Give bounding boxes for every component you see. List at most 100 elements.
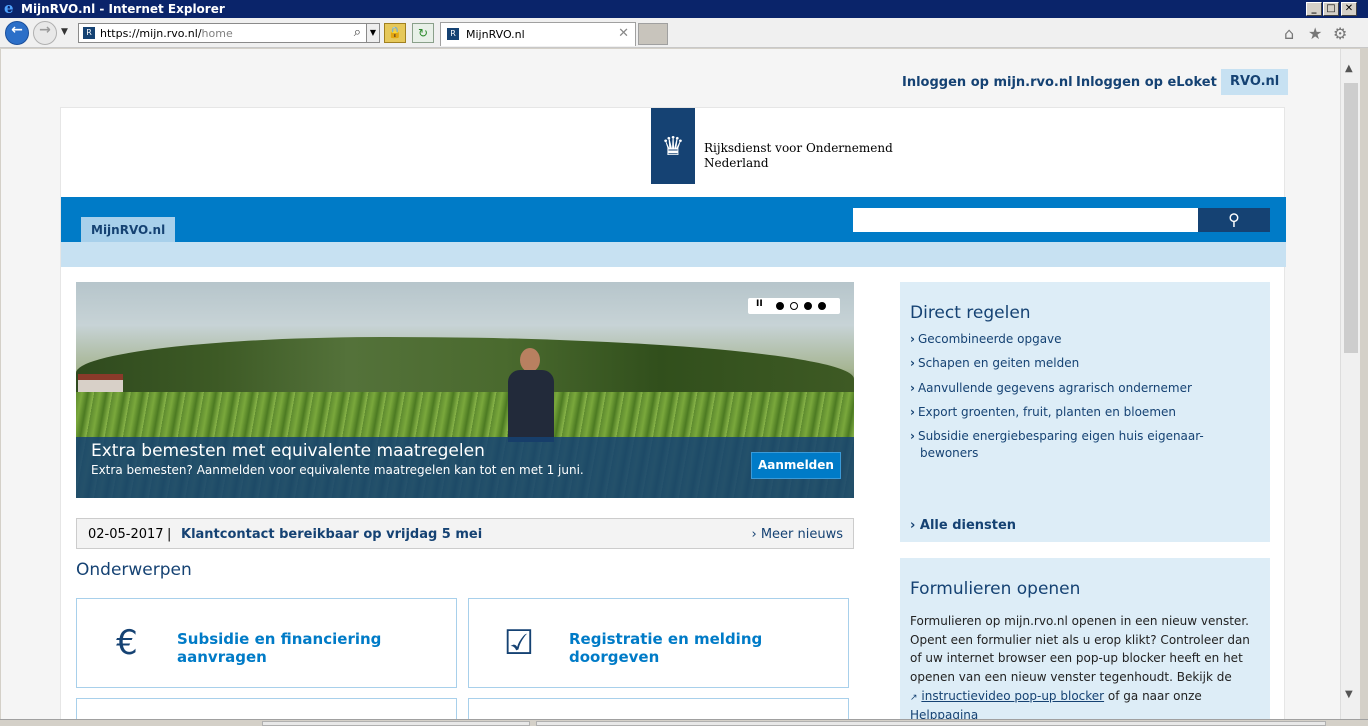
forward-button[interactable]: → [33,21,57,45]
search-button[interactable]: ⚲ [1198,208,1270,232]
chevron-right-icon: › [910,518,916,533]
hero-subtitle: Extra bemesten? Aanmelden voor equivalen… [91,463,584,477]
link-export-groenten[interactable]: › Export groenten, fruit, planten en bloe… [910,405,1176,419]
alle-diensten-link[interactable]: › Alle diensten [910,518,1016,533]
link-label: Gecombineerde opgave [917,332,1062,346]
chevron-right-icon: › [910,429,915,443]
formulieren-after-link: of ga naar onze [1104,689,1202,703]
chevron-right-icon: › [910,356,915,370]
news-strip: 02-05-2017 | Klantcontact bereikbaar op … [76,518,854,549]
tile-subsidie-label: Subsidie en financiering aanvragen [177,630,382,666]
close-window-button[interactable]: ✕ [1341,2,1357,16]
rvo-logo[interactable]: ♛ [651,108,695,184]
rvo-nl-link[interactable]: RVO.nl [1221,69,1289,95]
login-mijn-rvo-link[interactable]: Inloggen op mijn.rvo.nl [902,75,1073,90]
pause-icon[interactable]: II [756,299,763,309]
formulieren-panel: Formulieren openen Formulieren op mijn.r… [900,558,1270,719]
hero-caption: Extra bemesten met equivalente maatregel… [76,437,854,498]
scrollbar-thumb[interactable] [1344,83,1358,353]
helppagina-link[interactable]: Helppagina [910,708,1262,719]
direct-regelen-panel: Direct regelen › Gecombineerde opgave › Sc… [900,282,1270,542]
chevron-right-icon: › [910,381,915,395]
slide-dot-1[interactable] [776,302,784,310]
link-label: Aanvullende gegevens agrarisch onderneme… [917,381,1192,395]
external-link-icon: ↗ [910,693,918,703]
formulieren-line-3: of uw internet browser een pop-up blocke… [910,651,1243,665]
address-search-icon[interactable]: ⌕ [354,25,361,40]
url-path: home [201,27,233,40]
status-segment-1 [262,721,530,726]
more-news-link[interactable]: › Meer nieuws [751,527,843,542]
window-titlebar: e MijnRVO.nl - Internet Explorer _ □ ✕ [0,0,1368,18]
slide-dot-3[interactable] [804,302,812,310]
url-text: https://mijn.rvo.nl/home [100,27,233,40]
lock-icon[interactable]: 🔒 [384,23,406,43]
main-navigation: MijnRVO.nl ⚲ [61,197,1286,242]
logo-wordmark[interactable]: Rijksdienst voor Ondernemend Nederland [704,141,893,171]
status-bar [0,719,1368,726]
chevron-right-icon: › [910,332,915,346]
hero-carousel[interactable]: II Extra bemesten met equivalente maatre… [76,282,854,498]
formulieren-title: Formulieren openen [910,579,1081,599]
browser-tab[interactable]: R MijnRVO.nl ✕ [440,22,636,46]
refresh-icon[interactable]: ↻ [412,23,434,43]
window-frame-right [1360,49,1368,726]
vertical-scrollbar[interactable]: ▲ ▼ [1340,49,1360,719]
history-dropdown-icon[interactable]: ▼ [61,27,68,37]
back-button[interactable]: ← [5,21,29,45]
alle-diensten-label: Alle diensten [919,518,1017,533]
login-eloket-link[interactable]: Inloggen op eLoket [1076,75,1217,90]
tile-3[interactable] [76,698,457,719]
tile-subsidie[interactable]: € Subsidie en financiering aanvragen [76,598,457,688]
chevron-right-icon: › [910,405,915,419]
home-icon[interactable]: ⌂ [1284,24,1294,43]
scroll-up-icon[interactable]: ▲ [1345,63,1353,74]
minimize-button[interactable]: _ [1306,2,1322,16]
internet-explorer-icon: e [4,0,14,17]
news-headline-link[interactable]: Klantcontact bereikbaar op vrijdag 5 mei [181,527,482,542]
site-favicon-icon: R [83,27,95,39]
news-separator: | [167,527,172,542]
settings-icon[interactable]: ⚙ [1333,24,1347,43]
scroll-down-icon[interactable]: ▼ [1345,689,1353,700]
link-gecombineerde-opgave[interactable]: › Gecombineerde opgave [910,332,1062,346]
logo-line-2: Nederland [704,156,769,170]
address-dropdown-icon[interactable]: ▼ [366,24,379,42]
formulieren-line-5: ↗ instructievideo pop-up blocker of ga n… [910,689,1262,703]
url-host: https://mijn.rvo.nl/ [100,27,202,40]
helppagina-label: Helppagina [910,708,979,719]
site-search-input[interactable] [853,208,1198,232]
tab-close-icon[interactable]: ✕ [618,26,629,41]
link-schapen-geiten[interactable]: › Schapen en geiten melden [910,356,1079,370]
tab-label: MijnRVO.nl [466,28,525,41]
hero-title: Extra bemesten met equivalente maatregel… [91,441,485,461]
link-label: Export groenten, fruit, planten en bloem… [917,405,1176,419]
favorites-icon[interactable]: ★ [1308,24,1322,43]
browser-toolbar: ← → ▼ R https://mijn.rvo.nl/home ⌕ ▼ 🔒 ↻… [0,18,1368,48]
status-segment-2 [536,721,1326,726]
slide-dot-4[interactable] [818,302,826,310]
sub-navigation-bar [61,242,1286,267]
page-viewport: Inloggen op mijn.rvo.nl Inloggen op eLok… [1,49,1340,719]
link-subsidie-energiebesparing[interactable]: › Subsidie energiebesparing eigen huis ei… [910,429,1204,443]
address-bar[interactable]: R https://mijn.rvo.nl/home ⌕ ▼ [78,23,380,43]
aanmelden-button[interactable]: Aanmelden [751,452,841,479]
tile-registratie[interactable]: ☑ Registratie en melding doorgeven [468,598,849,688]
nav-home-tab[interactable]: MijnRVO.nl [81,217,176,242]
direct-regelen-title: Direct regelen [910,303,1031,323]
instructievideo-link[interactable]: instructievideo pop-up blocker [921,689,1104,703]
formulieren-line-1: Formulieren op mijn.rvo.nl openen in een… [910,614,1249,628]
tile-4[interactable] [468,698,849,719]
window-title: MijnRVO.nl - Internet Explorer [21,2,225,16]
link-aanvullende-gegevens[interactable]: › Aanvullende gegevens agrarisch ondernem… [910,381,1192,395]
tab-favicon-icon: R [447,28,459,40]
link-label: Schapen en geiten melden [917,356,1080,370]
maximize-button[interactable]: □ [1323,2,1339,16]
link-subsidie-energiebesparing-cont[interactable]: bewoners [920,446,978,460]
more-news-label: Meer nieuws [760,527,843,542]
new-tab-button[interactable] [638,23,668,45]
link-label: Subsidie energiebesparing eigen huis eig… [917,429,1204,443]
formulieren-line-2: Opent een formulier niet als u erop klik… [910,633,1250,647]
slide-dot-2-active[interactable] [790,302,798,310]
carousel-controls: II [748,298,840,314]
